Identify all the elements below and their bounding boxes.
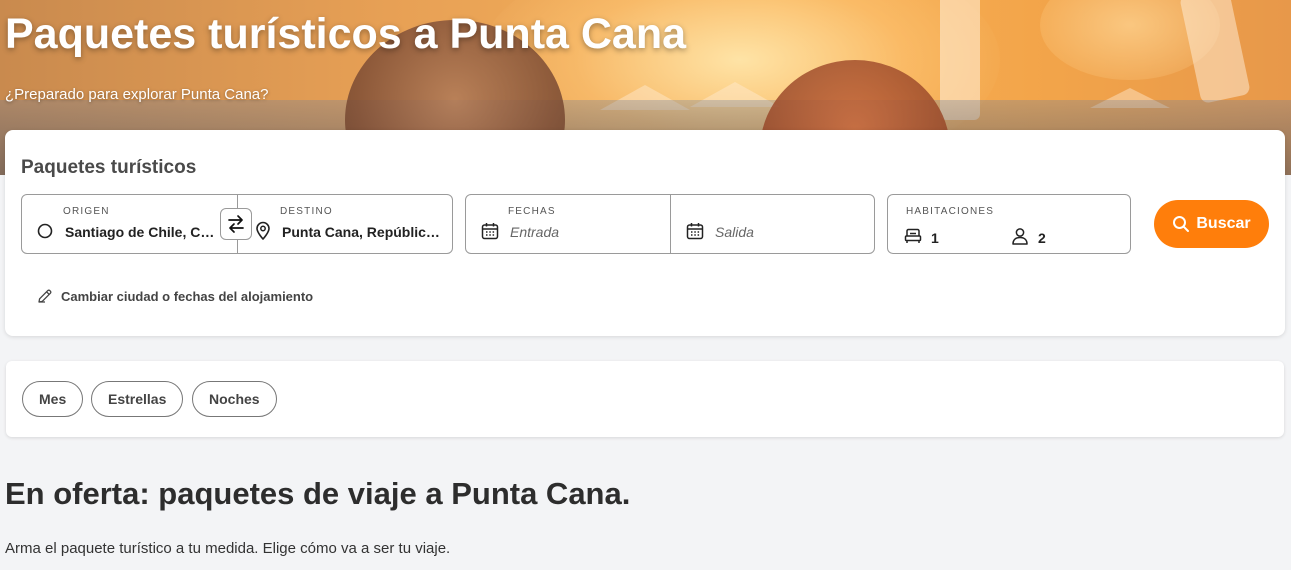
rooms-guests-field[interactable]: HABITACIONES 1 2 [887, 194, 1131, 254]
offers-heading: En oferta: paquetes de viaje a Punta Can… [5, 476, 631, 511]
checkin-field[interactable]: Entrada [466, 195, 670, 253]
calendar-icon [481, 223, 499, 240]
page-title: Paquetes turísticos a Punta Cana [5, 10, 687, 58]
search-button[interactable]: Buscar [1154, 200, 1269, 248]
calendar-icon [686, 223, 704, 240]
page-subtitle: ¿Preparado para explorar Punta Cana? [5, 86, 269, 103]
person-icon [1012, 228, 1028, 245]
rooms-count: 1 [931, 230, 939, 246]
destination-value: Punta Cana, Repúblic… [282, 224, 440, 240]
destination-field[interactable]: DESTINO Punta Cana, Repúblic… [238, 195, 452, 253]
origin-value: Santiago de Chile, Ch… [65, 224, 218, 240]
route-field-group: ORIGEN Santiago de Chile, Ch… DESTINO Pu… [21, 194, 453, 254]
rooms-label: HABITACIONES [906, 206, 995, 217]
change-accommodation-label: Cambiar ciudad o fechas del alojamiento [61, 288, 314, 304]
search-card: Paquetes turísticos ORIGEN Santiago de C… [5, 130, 1285, 336]
checkout-placeholder: Salida [715, 224, 754, 240]
circle-icon [37, 223, 53, 239]
checkin-placeholder: Entrada [510, 224, 560, 240]
change-accommodation-link[interactable]: Cambiar ciudad o fechas del alojamiento [37, 288, 313, 304]
filters-bar: Mes Estrellas Noches [6, 361, 1284, 437]
checkout-field[interactable]: Salida [671, 195, 874, 253]
filter-chip-stars[interactable]: Estrellas [91, 381, 184, 417]
guests-count: 2 [1038, 230, 1046, 246]
origin-label: ORIGEN [63, 206, 110, 217]
origin-field[interactable]: ORIGEN Santiago de Chile, Ch… [22, 195, 237, 253]
search-card-title: Paquetes turísticos [21, 157, 197, 178]
destination-label: DESTINO [280, 206, 333, 217]
filter-chip-month[interactable]: Mes [22, 381, 84, 417]
bed-icon [904, 228, 922, 243]
offers-subtitle: Arma el paquete turístico a tu medida. E… [5, 540, 451, 557]
search-button-label: Buscar [1196, 215, 1251, 232]
location-pin-icon [256, 221, 270, 241]
filter-chip-nights[interactable]: Noches [192, 381, 277, 417]
dates-field-group: FECHAS Entrada Salida [465, 194, 875, 254]
edit-pencil-icon [38, 289, 52, 303]
search-icon [1173, 216, 1190, 232]
